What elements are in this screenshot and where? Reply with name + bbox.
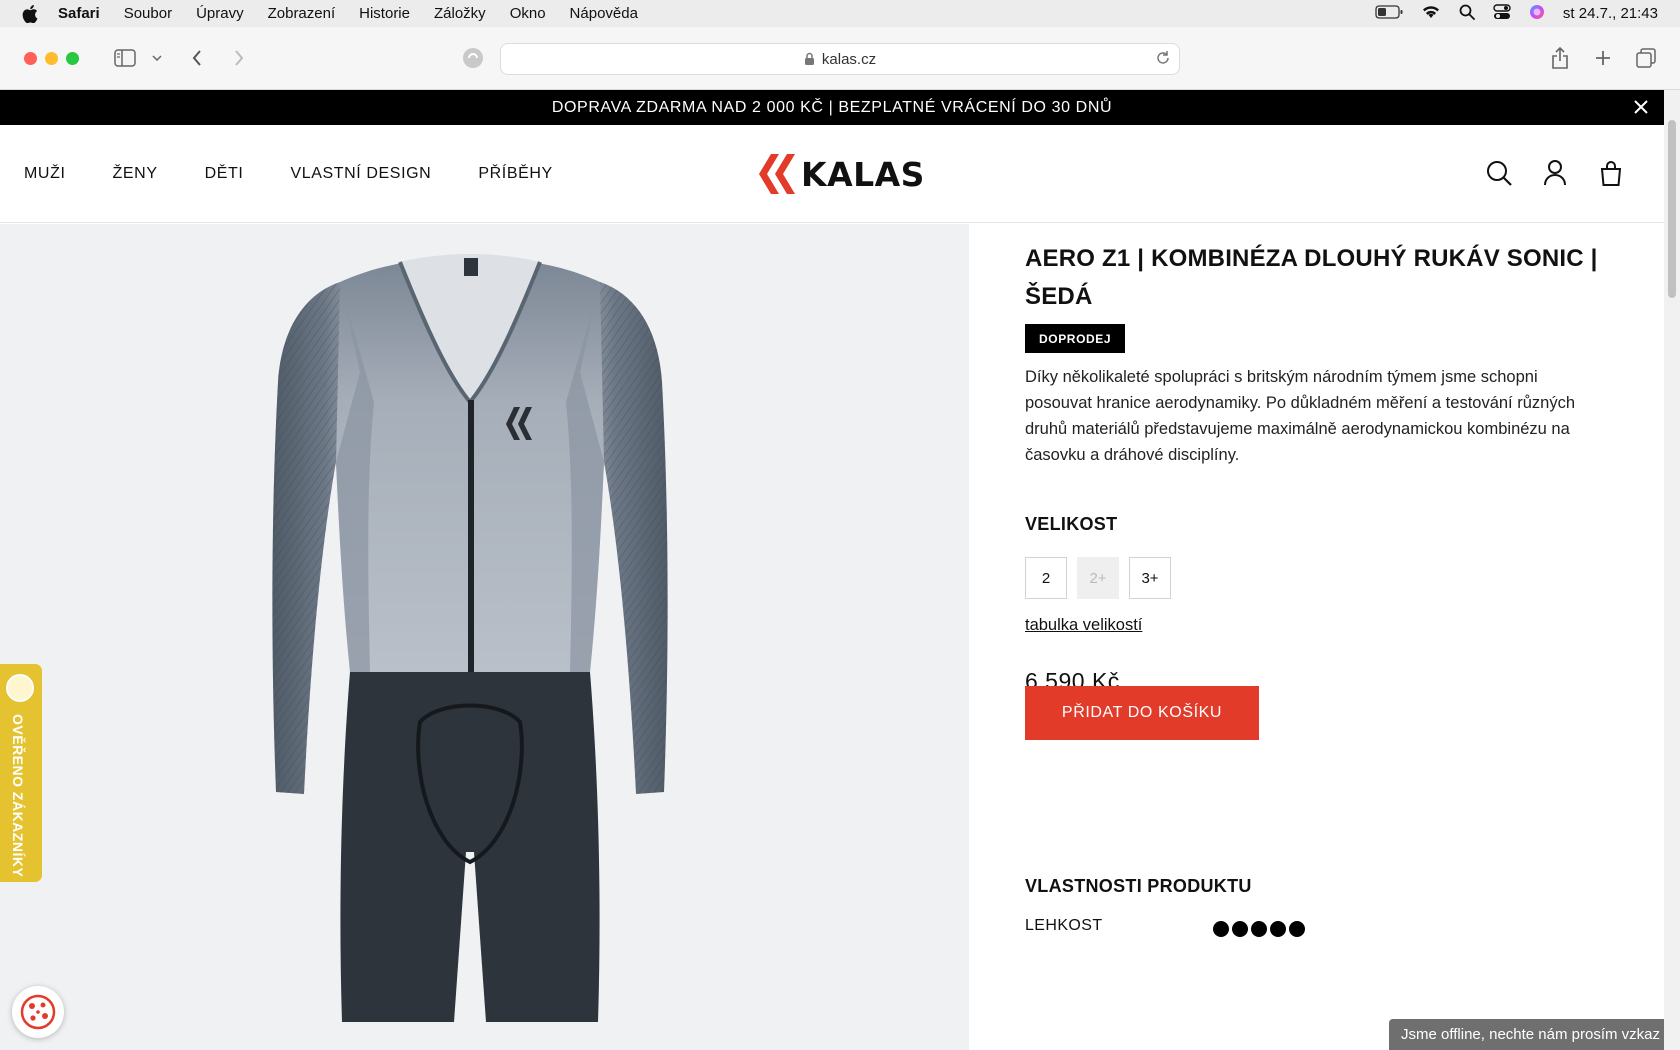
menu-edit[interactable]: Úpravy	[196, 5, 244, 22]
menu-bookmarks[interactable]: Záložky	[434, 5, 486, 22]
product-properties-heading: VLASTNOSTI PRODUKTU	[1025, 876, 1252, 896]
logo-wordmark: KALAS	[801, 154, 925, 194]
window-controls	[24, 52, 79, 65]
product-title: AERO Z1 | KOMBINÉZA DLOUHÝ RUKÁV SONIC |…	[1025, 245, 1598, 310]
promo-text: DOPRAVA ZDARMA NAD 2 000 KČ | BEZPLATNÉ …	[551, 98, 1113, 116]
close-icon[interactable]	[1632, 98, 1650, 116]
product-image-skinsuit	[272, 254, 668, 1022]
rating-dot	[1270, 921, 1286, 937]
size-chart-link[interactable]: tabulka velikostí	[1025, 616, 1142, 635]
rating-dot	[1289, 921, 1305, 937]
main-nav: MUŽI ŽENY DĚTI VLASTNÍ DESIGN PŘÍBĚHY	[24, 125, 553, 223]
cookie-settings-button[interactable]	[12, 986, 64, 1038]
spotlight-search-icon[interactable]	[1459, 4, 1475, 24]
size-option-3plus[interactable]: 3+	[1129, 557, 1171, 599]
minimize-window-button[interactable]	[45, 52, 58, 65]
nav-item-stories[interactable]: PŘÍBĚHY	[478, 165, 552, 183]
chat-widget[interactable]: Jsme offline, nechte nám prosím vzkaz	[1389, 1019, 1664, 1050]
forward-arrow-icon[interactable]	[231, 45, 247, 71]
address-bar[interactable]: kalas.cz	[500, 43, 1180, 75]
macos-menu-bar: Safari Soubor Úpravy Zobrazení Historie …	[0, 0, 1680, 27]
product-description: Díky několikaleté spolupráci s britským …	[1025, 368, 1575, 464]
cookie-icon	[20, 994, 56, 1030]
menu-window[interactable]: Okno	[510, 5, 546, 22]
browser-toolbar: kalas.cz	[0, 27, 1680, 90]
sidebar-toggle-icon[interactable]	[113, 45, 137, 71]
size-selector: 2 2+ 3+	[1025, 557, 1171, 599]
battery-icon[interactable]	[1375, 4, 1403, 23]
rating-dot	[1251, 921, 1267, 937]
zoom-window-button[interactable]	[66, 52, 79, 65]
site-logo[interactable]: KALAS	[757, 152, 925, 196]
trust-badge-label: OVĚŘENO ZÁKAZNÍKY	[10, 714, 26, 878]
search-icon[interactable]	[1486, 159, 1512, 187]
control-center-icon[interactable]	[1493, 3, 1511, 24]
kalas-logo-mark-icon	[759, 154, 795, 194]
menu-history[interactable]: Historie	[359, 5, 410, 22]
heureka-seal-icon	[6, 674, 34, 702]
siri-icon[interactable]	[1529, 4, 1545, 24]
apple-menu-icon[interactable]	[22, 4, 48, 23]
share-icon[interactable]	[1549, 45, 1571, 71]
property-label: LEHKOST	[1025, 917, 1103, 934]
nav-item-custom-design[interactable]: VLASTNÍ DESIGN	[290, 165, 431, 183]
tab-overview-icon[interactable]	[1634, 45, 1658, 71]
back-arrow-icon[interactable]	[189, 45, 205, 71]
menu-help[interactable]: Nápověda	[570, 5, 638, 22]
menu-app-name[interactable]: Safari	[58, 5, 100, 22]
new-tab-plus-icon[interactable]	[1592, 45, 1614, 71]
nav-item-kids[interactable]: DĚTI	[205, 165, 244, 183]
size-option-2[interactable]: 2	[1025, 557, 1067, 599]
rating-dot	[1213, 921, 1229, 937]
address-bar-url: kalas.cz	[821, 50, 877, 68]
add-to-cart-button[interactable]: PŘIDAT DO KOŠÍKU	[1025, 686, 1259, 740]
chat-widget-label: Jsme offline, nechte nám prosím vzkaz	[1401, 1026, 1660, 1043]
property-rating-dots	[1213, 921, 1305, 937]
menu-bar-status-area: st 24.7., 21:43	[1375, 0, 1658, 27]
header-actions	[1486, 159, 1624, 187]
wifi-icon[interactable]	[1421, 4, 1441, 23]
sidebar-dropdown-chevron-icon[interactable]	[151, 45, 163, 71]
site-header: MUŽI ŽENY DĚTI VLASTNÍ DESIGN PŘÍBĚHY KA…	[0, 125, 1664, 223]
lock-icon	[804, 52, 815, 66]
scrollbar-thumb[interactable]	[1668, 120, 1676, 298]
size-heading: VELIKOST	[1025, 514, 1118, 534]
size-option-2plus-unavailable: 2+	[1077, 557, 1119, 599]
product-image-area[interactable]	[0, 224, 969, 1050]
promo-banner: DOPRAVA ZDARMA NAD 2 000 KČ | BEZPLATNÉ …	[0, 90, 1664, 125]
nav-item-men[interactable]: MUŽI	[24, 165, 66, 183]
sale-badge: DOPRODEJ	[1025, 324, 1126, 353]
menu-clock[interactable]: st 24.7., 21:43	[1563, 5, 1658, 22]
web-page: DOPRAVA ZDARMA NAD 2 000 KČ | BEZPLATNÉ …	[0, 90, 1664, 1050]
menu-file[interactable]: Soubor	[124, 5, 172, 22]
property-row-lightness: LEHKOST	[1025, 917, 1605, 941]
shopping-bag-icon[interactable]	[1598, 159, 1624, 187]
account-icon[interactable]	[1542, 159, 1568, 187]
site-favicon-icon	[461, 45, 485, 71]
close-window-button[interactable]	[24, 52, 37, 65]
nav-item-women[interactable]: ŽENY	[113, 165, 158, 183]
menu-view[interactable]: Zobrazení	[268, 5, 336, 22]
page-scrollbar[interactable]	[1664, 90, 1680, 1050]
verified-by-customers-badge[interactable]: OVĚŘENO ZÁKAZNÍKY	[0, 664, 42, 882]
rating-dot	[1232, 921, 1248, 937]
reload-icon[interactable]	[1155, 50, 1171, 66]
